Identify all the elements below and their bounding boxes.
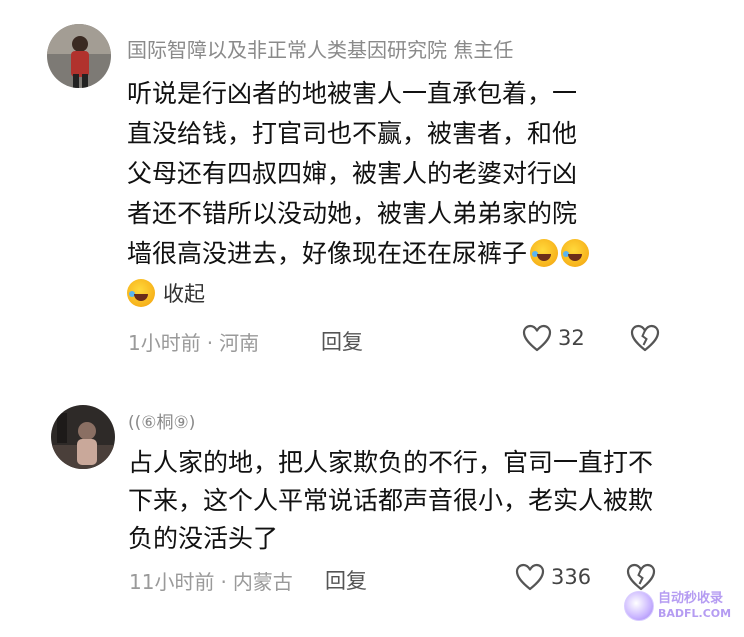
rolling-laughing-emoji-icon <box>127 279 155 307</box>
comment-text: 听说是行凶者的地被害人一直承包着，一 直没给钱，打官司也不赢，被害者，和他 父母… <box>127 74 727 314</box>
watermark-top: 自动秒收录 <box>658 591 724 606</box>
watermark-logo-icon <box>624 591 654 621</box>
rolling-laughing-emoji-icon <box>530 239 559 267</box>
username[interactable]: 国际智障以及非正常人类基因研究院 焦主任 <box>127 34 513 63</box>
collapse-button[interactable]: 收起 <box>163 282 205 306</box>
timestamp: 11小时前 <box>129 570 215 594</box>
broken-heart-icon <box>630 324 660 352</box>
location: 河南 <box>219 331 260 355</box>
collapse-row: 收起 <box>127 274 727 314</box>
comment-line: 占人家的地，把人家欺负的不行，官司一直打不 <box>128 448 654 477</box>
comment-line: 墙很高没进去，好像现在还在尿裤子 <box>127 239 528 268</box>
heart-outline-icon <box>515 563 545 591</box>
watermark-bottom: BADFL.COM <box>658 607 732 620</box>
heart-outline-icon <box>522 324 552 352</box>
comment-item: 国际智障以及非正常人类基因研究院 焦主任 听说是行凶者的地被害人一直承包着，一 … <box>0 0 744 380</box>
comment-line: 者还不错所以没动她，被害人弟弟家的院 <box>127 199 578 228</box>
timestamp: 1小时前 <box>128 331 201 355</box>
avatar[interactable] <box>47 24 111 88</box>
comment-text: 占人家的地，把人家欺负的不行，官司一直打不 下来，这个人平常说话都声音很小，老实… <box>128 444 728 558</box>
watermark-text: 自动秒收录 BADFL.COM <box>658 591 731 621</box>
comment-meta: 1小时前 · 河南 <box>128 327 259 356</box>
comment-line: 直没给钱，打官司也不赢，被害者，和他 <box>127 119 578 148</box>
comment-line: 父母还有四叔四婶，被害人的老婆对行凶 <box>127 159 578 188</box>
reply-button[interactable]: 回复 <box>321 326 363 356</box>
comment-line: 听说是行凶者的地被害人一直承包着，一 <box>127 79 578 108</box>
watermark: 自动秒收录 BADFL.COM <box>624 580 742 632</box>
dislike-button[interactable] <box>630 324 660 356</box>
username[interactable]: ((⑥桐⑨) <box>128 408 195 433</box>
avatar[interactable] <box>51 405 115 469</box>
like-count: 32 <box>558 326 585 350</box>
reply-button[interactable]: 回复 <box>325 565 367 595</box>
comment-line: 负的没活头了 <box>128 524 279 553</box>
comment-meta: 11小时前 · 内蒙古 <box>129 566 293 595</box>
rolling-laughing-emoji-icon <box>561 239 590 267</box>
like-count: 336 <box>551 565 592 589</box>
like-button[interactable]: 32 <box>522 324 585 352</box>
comment-line: 下来，这个人平常说话都声音很小，老实人被欺 <box>128 486 654 515</box>
meta-separator: · <box>220 570 227 594</box>
comment-line-last: 墙很高没进去，好像现在还在尿裤子 <box>127 234 727 274</box>
like-button[interactable]: 336 <box>515 563 591 591</box>
location: 内蒙古 <box>232 570 293 594</box>
meta-separator: · <box>206 331 214 355</box>
